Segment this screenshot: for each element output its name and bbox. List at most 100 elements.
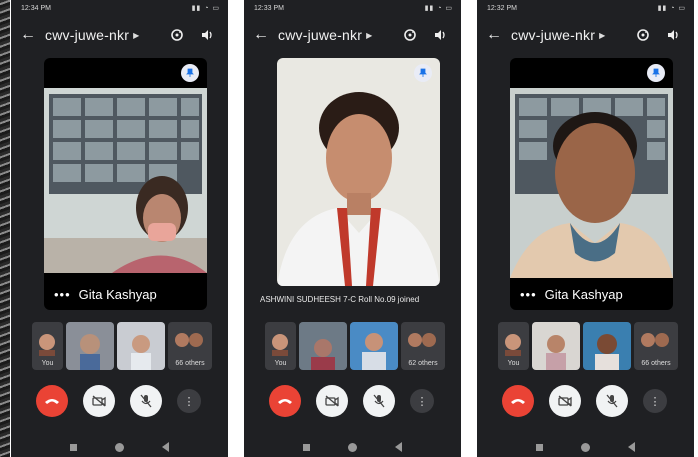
mic-toggle-button[interactable] <box>596 385 628 417</box>
speaker-name: Gita Kashyap <box>544 287 623 302</box>
self-label: You <box>274 360 287 367</box>
participant-tile[interactable] <box>583 322 631 370</box>
others-tile[interactable]: 66 others <box>634 322 678 370</box>
back-nav-icon[interactable] <box>395 442 402 452</box>
mic-toggle-button[interactable] <box>130 385 162 417</box>
volume-icon[interactable] <box>199 27 215 43</box>
main-video-tile[interactable]: ••• Gita Kashyap <box>510 58 673 310</box>
phone-screen-2: 12:33 PM ▮▮ ◔ ▭ ← cwv-juwe-nkr ▶ ASHWINI… <box>244 0 461 457</box>
participant-strip: You 66 others <box>498 322 678 370</box>
volume-icon[interactable] <box>432 27 448 43</box>
participant-tile[interactable] <box>532 322 580 370</box>
self-label: You <box>41 360 54 367</box>
switch-camera-icon[interactable] <box>169 27 185 43</box>
phone-screen-3: 12:32 PM ▮▮ ◔ ▭ ← cwv-juwe-nkr ▶ ••• Git… <box>477 0 694 457</box>
end-call-button[interactable] <box>269 385 301 417</box>
join-notification: ASHWINI SUDHEESH 7-C Roll No.09 joined <box>260 295 420 304</box>
pin-icon[interactable] <box>414 64 432 82</box>
participant-tile[interactable] <box>66 322 114 370</box>
participant-label: ••• Gita Kashyap <box>520 287 623 302</box>
back-nav-icon[interactable] <box>628 442 635 452</box>
participant-video <box>299 322 347 370</box>
more-vert-icon[interactable]: ⋮ <box>643 389 667 413</box>
participant-strip: You 66 others <box>32 322 212 370</box>
participant-video <box>117 322 165 370</box>
main-video-tile[interactable]: ••• Gita Kashyap <box>44 58 207 310</box>
camera-toggle-button[interactable] <box>549 385 581 417</box>
meeting-header: ← cwv-juwe-nkr ▶ <box>244 22 461 48</box>
chevron-right-icon[interactable]: ▶ <box>133 31 139 40</box>
meeting-header: ← cwv-juwe-nkr ▶ <box>477 22 694 48</box>
mic-off-icon <box>606 394 618 408</box>
status-time: 12:34 PM <box>21 4 51 12</box>
end-call-button[interactable] <box>36 385 68 417</box>
participant-video <box>66 322 114 370</box>
chevron-right-icon[interactable]: ▶ <box>366 31 372 40</box>
android-nav-bar <box>11 438 228 456</box>
meeting-header: ← cwv-juwe-nkr ▶ <box>11 22 228 48</box>
back-arrow-icon[interactable]: ← <box>244 26 278 44</box>
camera-off-icon <box>325 395 339 407</box>
recents-icon[interactable] <box>70 443 77 451</box>
android-nav-bar <box>477 438 694 456</box>
more-vert-icon[interactable]: ⋮ <box>177 389 201 413</box>
switch-camera-icon[interactable] <box>402 27 418 43</box>
camera-off-icon <box>558 395 572 407</box>
main-video-tile[interactable] <box>277 58 440 286</box>
pin-icon[interactable] <box>647 64 665 82</box>
participant-tile[interactable] <box>117 322 165 370</box>
call-controls: ⋮ <box>269 385 434 417</box>
participant-video <box>532 322 580 370</box>
others-tile[interactable]: 62 others <box>401 322 445 370</box>
speaker-name: Gita Kashyap <box>78 287 157 302</box>
call-controls: ⋮ <box>502 385 667 417</box>
self-tile[interactable]: You <box>32 322 63 370</box>
end-call-icon <box>511 399 525 404</box>
recents-icon[interactable] <box>536 443 543 451</box>
home-icon[interactable] <box>115 442 124 452</box>
self-tile[interactable]: You <box>498 322 529 370</box>
meeting-code[interactable]: cwv-juwe-nkr <box>278 27 362 43</box>
background-edge <box>0 0 10 457</box>
mic-toggle-button[interactable] <box>363 385 395 417</box>
participant-tile[interactable] <box>350 322 398 370</box>
back-arrow-icon[interactable]: ← <box>477 26 511 44</box>
speaker-video <box>510 88 673 278</box>
self-tile[interactable]: You <box>265 322 296 370</box>
others-label: 62 others <box>408 360 438 367</box>
more-options-icon[interactable]: ••• <box>54 287 71 302</box>
participant-video <box>350 322 398 370</box>
status-bar: 12:33 PM ▮▮ ◔ ▭ <box>254 2 453 14</box>
phone-screen-1: 12:34 PM ▮▮ ◔ ▭ ← cwv-juwe-nkr ▶ ••• Git… <box>11 0 228 457</box>
status-bar: 12:32 PM ▮▮ ◔ ▭ <box>487 2 686 14</box>
status-icons: ▮▮ ◔ ▭ <box>657 5 686 12</box>
pin-icon[interactable] <box>181 64 199 82</box>
home-icon[interactable] <box>348 442 357 452</box>
status-time: 12:32 PM <box>487 4 517 12</box>
self-label: You <box>507 360 520 367</box>
camera-off-icon <box>92 395 106 407</box>
call-controls: ⋮ <box>36 385 201 417</box>
camera-toggle-button[interactable] <box>316 385 348 417</box>
end-call-button[interactable] <box>502 385 534 417</box>
camera-toggle-button[interactable] <box>83 385 115 417</box>
back-nav-icon[interactable] <box>162 442 169 452</box>
home-icon[interactable] <box>581 442 590 452</box>
meeting-code[interactable]: cwv-juwe-nkr <box>45 27 129 43</box>
volume-icon[interactable] <box>665 27 681 43</box>
switch-camera-icon[interactable] <box>635 27 651 43</box>
mic-off-icon <box>373 394 385 408</box>
recents-icon[interactable] <box>303 443 310 451</box>
speaker-video <box>277 58 440 286</box>
back-arrow-icon[interactable]: ← <box>11 26 45 44</box>
more-vert-icon[interactable]: ⋮ <box>410 389 434 413</box>
participant-tile[interactable] <box>299 322 347 370</box>
meeting-code[interactable]: cwv-juwe-nkr <box>511 27 595 43</box>
others-tile[interactable]: 66 others <box>168 322 212 370</box>
more-options-icon[interactable]: ••• <box>520 287 537 302</box>
chevron-right-icon[interactable]: ▶ <box>599 31 605 40</box>
participant-label: ••• Gita Kashyap <box>54 287 157 302</box>
end-call-icon <box>45 399 59 404</box>
others-label: 66 others <box>175 360 205 367</box>
others-label: 66 others <box>641 360 671 367</box>
